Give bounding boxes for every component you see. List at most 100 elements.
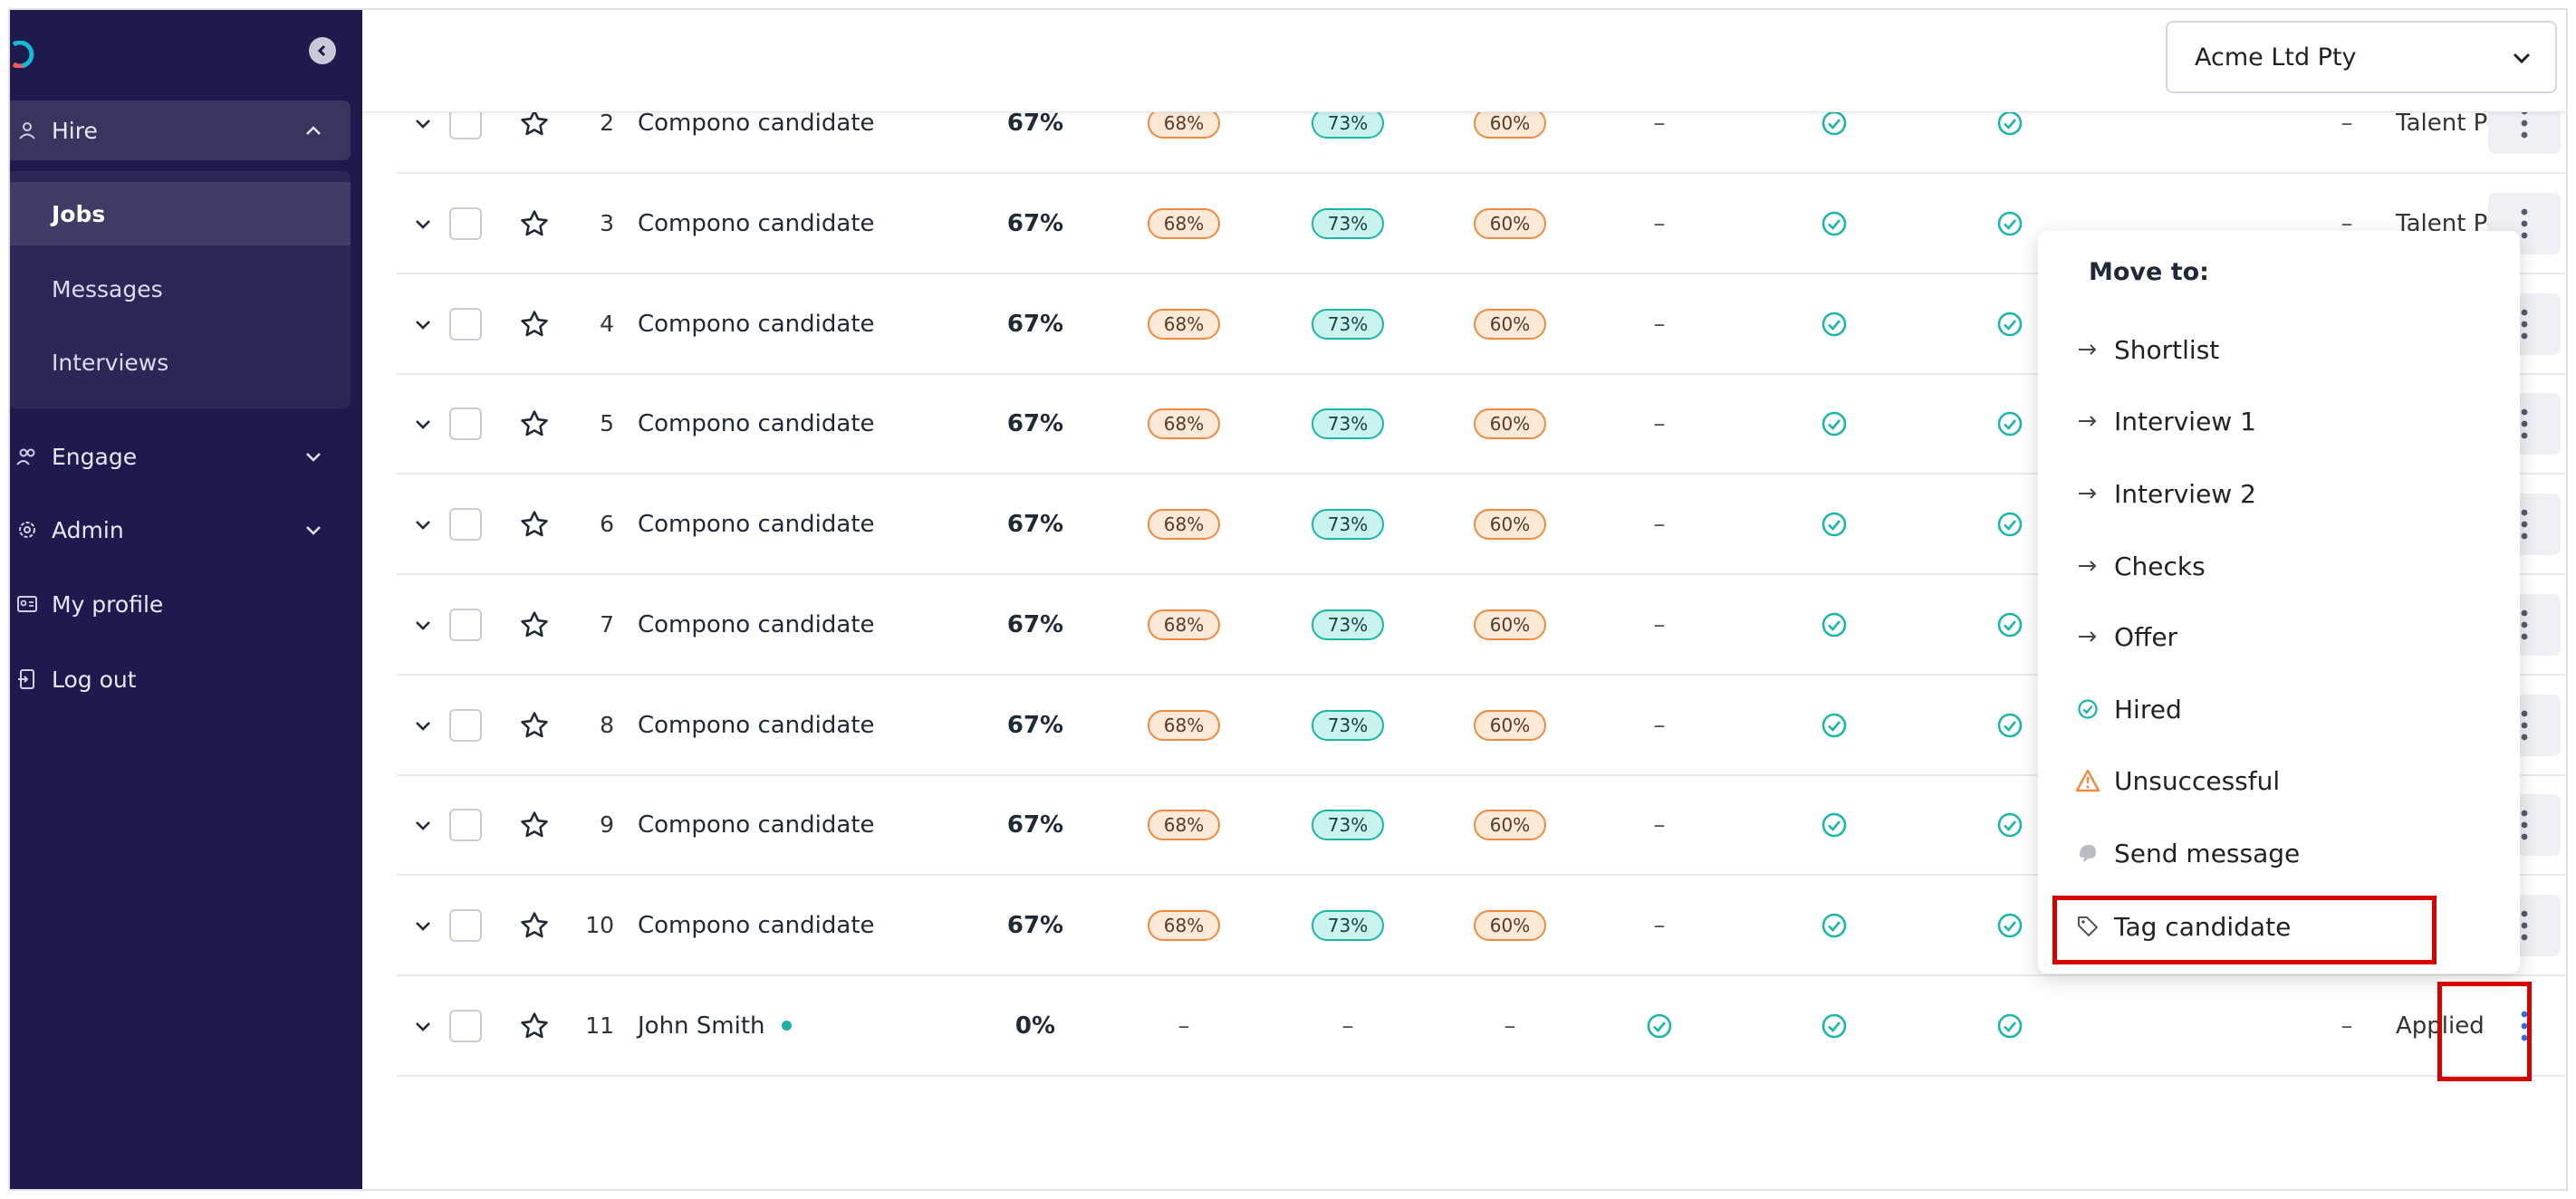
expand-row-button[interactable]	[409, 174, 437, 273]
candidate-name-cell[interactable]: Compono candidate	[638, 274, 1000, 373]
menu-item-hired[interactable]: Hired	[2074, 686, 2473, 732]
chevron-down-icon	[416, 921, 430, 931]
stage-cell-3	[1992, 575, 2028, 674]
score-badge: 60%	[1473, 809, 1547, 840]
sidebar-item-my-profile[interactable]: My profile	[10, 576, 351, 632]
expand-row-button[interactable]	[409, 775, 437, 874]
more-vertical-icon	[2521, 309, 2528, 339]
score-cell-1: 68%	[1139, 174, 1229, 273]
check-circle-icon	[1821, 713, 1847, 737]
menu-item-offer[interactable]: Offer	[2074, 614, 2473, 659]
sidebar-item-messages[interactable]: Messages	[10, 257, 351, 321]
row-checkbox[interactable]	[449, 775, 482, 874]
sidebar: Hire Jobs Messages Interviews Engage Adm…	[10, 10, 362, 1189]
stage-cell-1: –	[1641, 374, 1677, 473]
menu-item-tag-candidate[interactable]: Tag candidate	[2074, 904, 2473, 949]
score-badge: 60%	[1473, 909, 1547, 941]
expand-row-button[interactable]	[409, 876, 437, 974]
menu-item-label: Shortlist	[2114, 334, 2220, 365]
candidate-name-cell[interactable]: Compono candidate	[638, 676, 1000, 774]
menu-item-send-message[interactable]: Send message	[2074, 830, 2473, 876]
favorite-button[interactable]	[518, 976, 551, 1075]
score-cell-2: 73%	[1302, 876, 1393, 974]
menu-item-checks[interactable]: Checks	[2074, 543, 2473, 589]
check-circle-icon	[1997, 812, 2023, 837]
favorite-button[interactable]	[518, 374, 551, 473]
candidate-name-cell[interactable]: Compono candidate	[638, 174, 1000, 273]
overall-score: 67%	[1006, 610, 1064, 638]
candidate-name: Compono candidate	[638, 209, 875, 237]
row-checkbox[interactable]	[449, 575, 482, 674]
candidate-name-cell[interactable]: Compono candidate	[638, 575, 1000, 674]
score-cell-2: 73%	[1302, 274, 1393, 373]
expand-row-button[interactable]	[409, 676, 437, 774]
check-circle-icon	[1821, 312, 1847, 336]
stage-cell-1: –	[1641, 676, 1677, 774]
candidate-name-cell[interactable]: Compono candidate	[638, 775, 1000, 874]
stage-cell-3	[1992, 274, 2028, 373]
empty-stage: –	[1653, 109, 1666, 137]
expand-row-button[interactable]	[409, 475, 437, 573]
row-checkbox[interactable]	[449, 174, 482, 273]
company-select[interactable]: Acme Ltd Pty	[2166, 21, 2557, 93]
id-card-icon	[14, 590, 41, 618]
row-checkbox[interactable]	[449, 676, 482, 774]
row-actions-button-bg	[2488, 994, 2561, 1057]
expand-row-button[interactable]	[409, 976, 437, 1075]
empty-score: –	[1504, 1012, 1516, 1040]
favorite-button[interactable]	[518, 174, 551, 273]
candidate-name-cell[interactable]: John Smith	[638, 976, 1000, 1075]
menu-item-label: Tag candidate	[2114, 911, 2292, 942]
stage-cell-1: –	[1641, 575, 1677, 674]
candidate-name: Compono candidate	[638, 510, 875, 538]
row-checkbox[interactable]	[449, 876, 482, 974]
sidebar-item-log-out[interactable]: Log out	[10, 651, 351, 707]
check-circle-icon	[2074, 695, 2101, 723]
score-cell-2: 73%	[1302, 775, 1393, 874]
stage-cell-2	[1816, 775, 1852, 874]
favorite-button[interactable]	[518, 475, 551, 573]
favorite-button[interactable]	[518, 274, 551, 373]
sidebar-item-hire[interactable]: Hire	[10, 101, 351, 160]
menu-item-label: Offer	[2114, 621, 2178, 652]
candidate-name-cell[interactable]: Compono candidate	[638, 374, 1000, 473]
row-number: 8	[600, 712, 614, 738]
sidebar-item-label: Log out	[52, 666, 137, 693]
menu-item-unsuccessful[interactable]: Unsuccessful	[2074, 758, 2473, 803]
checkbox-box	[449, 808, 482, 841]
row-checkbox[interactable]	[449, 475, 482, 573]
candidate-name-cell[interactable]: Compono candidate	[638, 475, 1000, 573]
menu-item-label: Interview 2	[2114, 478, 2256, 509]
menu-item-interview-2[interactable]: Interview 2	[2074, 471, 2473, 516]
sidebar-item-jobs[interactable]: Jobs	[10, 182, 351, 245]
menu-item-shortlist[interactable]: Shortlist	[2074, 327, 2473, 372]
favorite-button[interactable]	[518, 876, 551, 974]
row-checkbox[interactable]	[449, 374, 482, 473]
expand-row-button[interactable]	[409, 575, 437, 674]
row-checkbox[interactable]	[449, 274, 482, 373]
favorite-button[interactable]	[518, 775, 551, 874]
arrow-right-icon	[2074, 480, 2101, 507]
stage-cell-2	[1816, 374, 1852, 473]
menu-item-interview-1[interactable]: Interview 1	[2074, 398, 2473, 444]
stage-cell-3	[1992, 374, 2028, 473]
star-icon	[521, 409, 548, 436]
row-checkbox[interactable]	[449, 976, 482, 1075]
sidebar-item-engage[interactable]: Engage	[10, 428, 351, 484]
score-badge: 60%	[1473, 408, 1547, 439]
overall-score: 67%	[1006, 911, 1064, 939]
collapse-sidebar-button[interactable]	[309, 37, 336, 64]
favorite-button[interactable]	[518, 575, 551, 674]
sidebar-item-interviews[interactable]: Interviews	[10, 331, 351, 394]
favorite-button[interactable]	[518, 676, 551, 774]
expand-row-button[interactable]	[409, 274, 437, 373]
more-vertical-icon	[2521, 810, 2528, 839]
chat-bubble-icon	[2074, 839, 2101, 867]
candidate-name: Compono candidate	[638, 811, 875, 839]
score-cell-1: 68%	[1139, 374, 1229, 473]
expand-row-button[interactable]	[409, 374, 437, 473]
stage-cell-2	[1816, 575, 1852, 674]
sidebar-item-admin[interactable]: Admin	[10, 502, 351, 558]
row-actions-button[interactable]	[2488, 976, 2561, 1075]
candidate-name-cell[interactable]: Compono candidate	[638, 876, 1000, 974]
